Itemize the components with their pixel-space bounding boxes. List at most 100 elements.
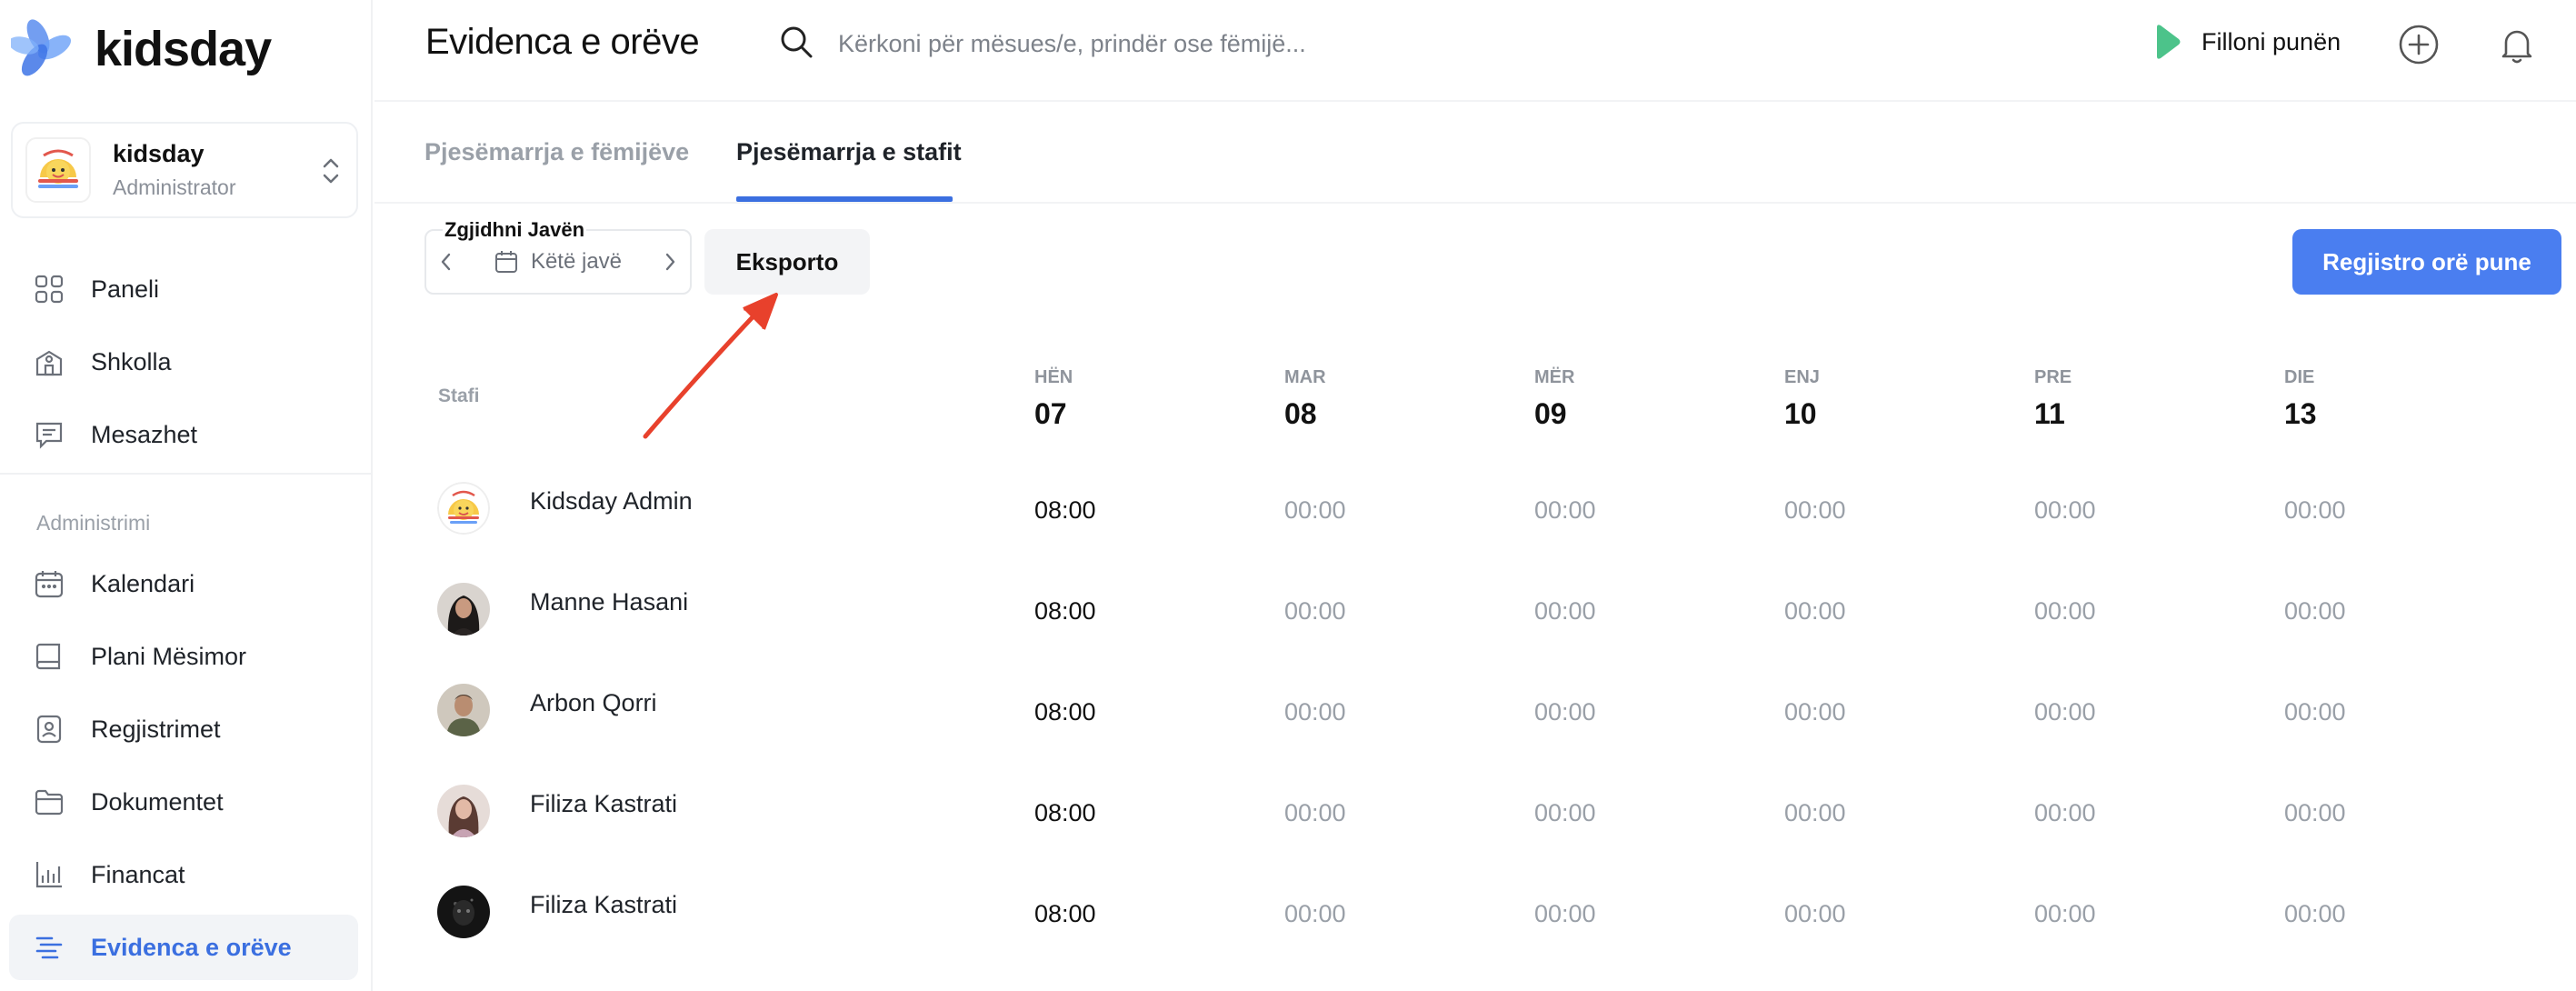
section-label: Administrimi — [36, 511, 151, 535]
annotation-arrow — [643, 293, 778, 439]
staff-name: Filiza Kastrati — [530, 891, 678, 918]
plus-circle-icon[interactable] — [2398, 24, 2440, 65]
book-icon — [33, 640, 65, 673]
global-search — [778, 24, 1656, 65]
avatar — [437, 684, 490, 736]
nav-label: Shkolla — [91, 347, 172, 375]
nav-item-plani-mesimor[interactable]: Plani Mësimor — [9, 624, 358, 689]
table-row[interactable]: Kidsday Admin 08:00 00:00 00:00 00:00 00… — [424, 471, 2561, 571]
kidsday-logo-icon — [8, 16, 76, 82]
hours-cell[interactable]: 08:00 — [1034, 900, 1096, 928]
org-avatar — [25, 137, 91, 203]
start-work-button[interactable]: Filloni punën — [2154, 24, 2341, 60]
school-icon — [33, 345, 65, 378]
hours-cell[interactable]: 08:00 — [1034, 597, 1096, 626]
hours-cell[interactable]: 00:00 — [1534, 799, 1596, 827]
org-role: Administrator — [113, 175, 236, 199]
nav-label: Plani Mësimor — [91, 642, 247, 670]
search-input[interactable] — [838, 30, 1656, 58]
hours-cell[interactable]: 00:00 — [2034, 900, 2096, 928]
staff-name: Arbon Qorri — [530, 689, 657, 716]
hours-cell[interactable]: 00:00 — [1784, 799, 1846, 827]
hours-cell[interactable]: 08:00 — [1034, 496, 1096, 525]
table-row[interactable]: Manne Hasani 08:00 00:00 00:00 00:00 00:… — [424, 572, 2561, 672]
play-icon — [2154, 24, 2182, 60]
top-bar: Evidenca e orëve Filloni punën — [374, 0, 2576, 102]
message-icon — [33, 418, 65, 451]
hours-cell[interactable]: 00:00 — [2034, 496, 2096, 525]
hours-cell[interactable]: 00:00 — [2284, 496, 2346, 525]
chevron-up-down-icon[interactable] — [318, 153, 344, 189]
table-row[interactable]: Arbon Qorri 08:00 00:00 00:00 00:00 00:0… — [424, 673, 2561, 773]
timeline-icon — [33, 931, 65, 964]
hours-cell[interactable]: 00:00 — [1534, 698, 1596, 726]
brand-logo[interactable]: kidsday — [8, 16, 272, 82]
chart-icon — [33, 858, 65, 891]
hours-cell[interactable]: 00:00 — [1284, 597, 1346, 626]
nav-label: Regjistrimet — [91, 715, 221, 743]
hours-cell[interactable]: 00:00 — [1284, 496, 1346, 525]
table-row[interactable]: Filiza Kastrati 08:00 00:00 00:00 00:00 … — [424, 774, 2561, 874]
nav-label: Financat — [91, 860, 185, 888]
nav-item-regjistrimet[interactable]: Regjistrimet — [9, 696, 358, 762]
nav-item-mesazhet[interactable]: Mesazhet — [9, 402, 358, 467]
hours-cell[interactable]: 08:00 — [1034, 698, 1096, 726]
day-header: MËR 09 — [1534, 367, 1574, 431]
staff-name: Kidsday Admin — [530, 487, 693, 515]
nav-item-dokumentet[interactable]: Dokumentet — [9, 769, 358, 835]
tab-children-attendance[interactable]: Pjesëmarrja e fëmijëve — [424, 138, 689, 166]
avatar — [437, 482, 490, 535]
hours-cell[interactable]: 00:00 — [1534, 496, 1596, 525]
hours-cell[interactable]: 00:00 — [1784, 900, 1846, 928]
brand-name: kidsday — [95, 22, 272, 76]
org-name: kidsday — [113, 140, 205, 167]
week-value: Këtë javë — [530, 249, 623, 274]
hours-cell[interactable]: 00:00 — [1534, 597, 1596, 626]
hours-cell[interactable]: 00:00 — [1284, 799, 1346, 827]
hours-cell[interactable]: 00:00 — [2034, 698, 2096, 726]
day-header: HËN 07 — [1034, 367, 1073, 431]
day-header: PRE 11 — [2034, 367, 2072, 431]
tab-staff-attendance[interactable]: Pjesëmarrja e stafit — [736, 138, 962, 166]
nav-label: Paneli — [91, 275, 160, 303]
nav-item-paneli[interactable]: Paneli — [9, 256, 358, 322]
start-work-label: Filloni punën — [2202, 27, 2341, 55]
hours-cell[interactable]: 00:00 — [2034, 597, 2096, 626]
hours-cell[interactable]: 00:00 — [2034, 799, 2096, 827]
bell-icon[interactable] — [2496, 24, 2538, 65]
hours-cell[interactable]: 00:00 — [1534, 900, 1596, 928]
table-row[interactable]: Filiza Kastrati 08:00 00:00 00:00 00:00 … — [424, 875, 2561, 975]
hours-cell[interactable]: 00:00 — [2284, 698, 2346, 726]
nav-item-shkolla[interactable]: Shkolla — [9, 329, 358, 395]
main-nav: Paneli Shkolla Mesazhet — [9, 256, 358, 475]
hours-cell[interactable]: 00:00 — [2284, 900, 2346, 928]
page-title: Evidenca e orëve — [425, 22, 700, 62]
day-of-week: MËR — [1534, 367, 1575, 387]
folder-icon — [33, 786, 65, 818]
hours-cell[interactable]: 00:00 — [1284, 698, 1346, 726]
hours-cell[interactable]: 00:00 — [2284, 597, 2346, 626]
nav-label: Kalendari — [91, 569, 195, 597]
grid-icon — [33, 273, 65, 305]
search-icon[interactable] — [778, 24, 814, 65]
day-of-week: MAR — [1284, 367, 1326, 387]
hours-cell[interactable]: 08:00 — [1034, 799, 1096, 827]
staff-name: Manne Hasani — [530, 588, 689, 616]
register-hours-button[interactable]: Regjistro orë pune — [2292, 229, 2561, 295]
nav-item-evidenca-e-oreve[interactable]: Evidenca e orëve — [9, 915, 358, 980]
attendance-tabs: Pjesëmarrja e fëmijëve Pjesëmarrja e sta… — [374, 102, 2576, 204]
hours-cell[interactable]: 00:00 — [1784, 698, 1846, 726]
hours-cell[interactable]: 00:00 — [2284, 799, 2346, 827]
nav-item-kalendari[interactable]: Kalendari — [9, 551, 358, 616]
nav-item-financat[interactable]: Financat — [9, 842, 358, 907]
day-of-week: HËN — [1034, 367, 1073, 387]
hours-cell[interactable]: 00:00 — [1784, 597, 1846, 626]
hours-cell[interactable]: 00:00 — [1284, 900, 1346, 928]
hours-cell[interactable]: 00:00 — [1784, 496, 1846, 525]
nav-label: Evidenca e orëve — [91, 933, 292, 961]
avatar — [437, 886, 490, 938]
day-number: 09 — [1534, 397, 1567, 430]
nav-label: Mesazhet — [91, 420, 198, 448]
avatar — [437, 583, 490, 636]
org-switcher[interactable]: kidsday Administrator — [11, 122, 358, 218]
